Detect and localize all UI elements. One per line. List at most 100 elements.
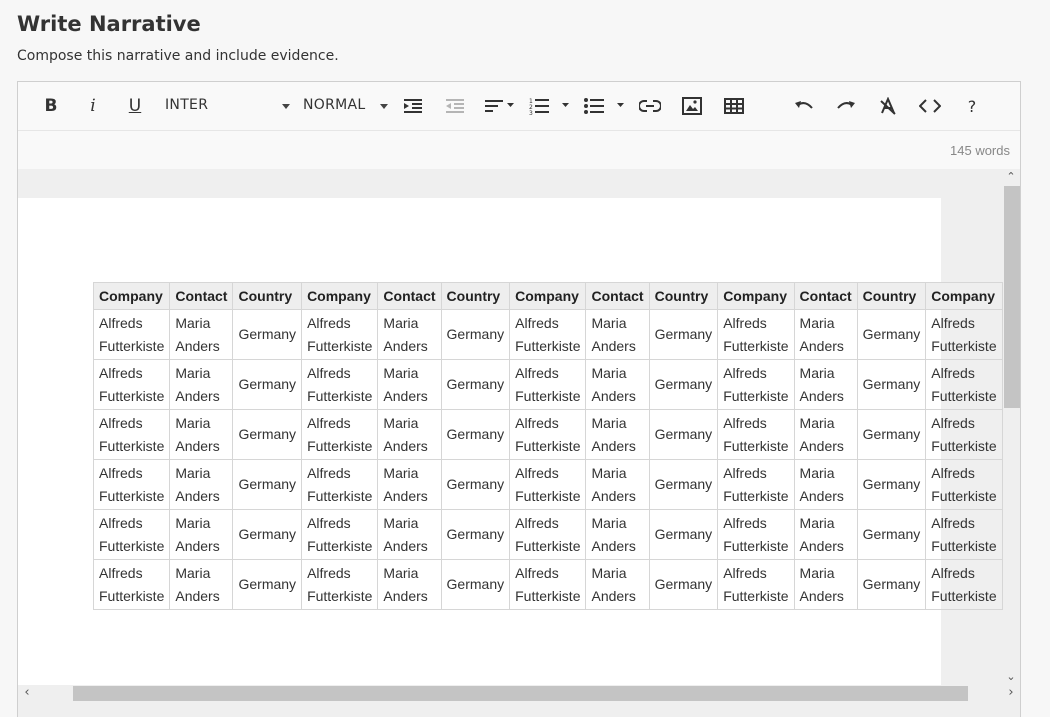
table-cell[interactable]: Alfreds Futterkiste (93, 509, 171, 560)
table-cell[interactable]: Alfreds Futterkiste (717, 359, 795, 410)
table-cell[interactable]: Germany (648, 459, 719, 510)
table-cell[interactable]: Maria Anders (793, 409, 858, 460)
scroll-down-icon[interactable]: ⌄ (1005, 671, 1017, 683)
table-cell[interactable]: Germany (440, 359, 511, 410)
table-cell[interactable]: Alfreds Futterkiste (717, 559, 795, 610)
table-cell[interactable]: Alfreds Futterkiste (301, 359, 379, 410)
help-button[interactable]: ? (962, 92, 982, 120)
code-view-button[interactable] (918, 92, 942, 120)
table-header-cell[interactable]: Company (925, 282, 1003, 310)
table-cell[interactable]: Maria Anders (793, 509, 858, 560)
table-header-cell[interactable]: Company (509, 282, 587, 310)
table-header-cell[interactable]: Contact (585, 282, 650, 310)
table-cell[interactable]: Alfreds Futterkiste (925, 559, 1003, 610)
table-cell[interactable]: Maria Anders (377, 409, 442, 460)
vertical-scrollbar[interactable]: ⌃ ⌄ (1003, 169, 1020, 685)
table-cell[interactable]: Germany (648, 359, 719, 410)
table-cell[interactable]: Maria Anders (793, 359, 858, 410)
table-cell[interactable]: Maria Anders (585, 309, 650, 360)
table-cell[interactable]: Maria Anders (169, 559, 234, 610)
table-cell[interactable]: Alfreds Futterkiste (717, 309, 795, 360)
horizontal-scrollbar[interactable]: ‹ › (18, 685, 1014, 702)
table-cell[interactable]: Germany (232, 409, 303, 460)
table-cell[interactable]: Germany (648, 409, 719, 460)
table-cell[interactable]: Alfreds Futterkiste (717, 509, 795, 560)
table-cell[interactable]: Alfreds Futterkiste (301, 459, 379, 510)
table-cell[interactable]: Alfreds Futterkiste (301, 409, 379, 460)
table-header-cell[interactable]: Country (648, 282, 719, 310)
table-header-cell[interactable]: Company (93, 282, 171, 310)
scroll-up-icon[interactable]: ⌃ (1005, 171, 1017, 183)
vertical-scroll-thumb[interactable] (1004, 186, 1020, 408)
table-cell[interactable]: Germany (440, 459, 511, 510)
table-cell[interactable]: Maria Anders (585, 409, 650, 460)
table-cell[interactable]: Maria Anders (377, 559, 442, 610)
table-cell[interactable]: Maria Anders (169, 309, 234, 360)
table-cell[interactable]: Alfreds Futterkiste (93, 559, 171, 610)
table-cell[interactable]: Alfreds Futterkiste (925, 409, 1003, 460)
table-cell[interactable]: Alfreds Futterkiste (509, 359, 587, 410)
table-cell[interactable]: Alfreds Futterkiste (717, 459, 795, 510)
table-cell[interactable]: Germany (232, 509, 303, 560)
bold-button[interactable]: B (40, 92, 62, 120)
indent-button[interactable] (402, 92, 424, 120)
table-cell[interactable]: Germany (856, 459, 927, 510)
table-cell[interactable]: Germany (856, 409, 927, 460)
table-cell[interactable]: Maria Anders (585, 359, 650, 410)
table-cell[interactable]: Alfreds Futterkiste (93, 309, 171, 360)
image-button[interactable] (680, 92, 704, 120)
table-cell[interactable]: Maria Anders (793, 559, 858, 610)
table-cell[interactable]: Maria Anders (377, 509, 442, 560)
table-cell[interactable]: Alfreds Futterkiste (509, 559, 587, 610)
table-cell[interactable]: Maria Anders (793, 459, 858, 510)
table-cell[interactable]: Alfreds Futterkiste (717, 409, 795, 460)
table-cell[interactable]: Alfreds Futterkiste (925, 359, 1003, 410)
table-cell[interactable]: Germany (648, 559, 719, 610)
table-cell[interactable]: Alfreds Futterkiste (509, 509, 587, 560)
table-header-cell[interactable]: Contact (793, 282, 858, 310)
table-cell[interactable]: Alfreds Futterkiste (93, 409, 171, 460)
table-cell[interactable]: Alfreds Futterkiste (509, 309, 587, 360)
editor-content-area[interactable]: Company Contact Country Company Contact Count… (18, 169, 1003, 685)
numbered-list-button[interactable]: 123 (528, 92, 570, 120)
table-cell[interactable]: Germany (856, 359, 927, 410)
table-header-cell[interactable]: Company (717, 282, 795, 310)
table-cell[interactable]: Germany (440, 409, 511, 460)
scroll-right-icon[interactable]: › (1005, 686, 1017, 699)
table-cell[interactable]: Germany (440, 309, 511, 360)
italic-button[interactable]: i (82, 92, 104, 120)
scroll-left-icon[interactable]: ‹ (21, 686, 33, 699)
table-cell[interactable]: Germany (648, 309, 719, 360)
table-header-cell[interactable]: Country (440, 282, 511, 310)
underline-button[interactable]: U (124, 92, 146, 120)
table-cell[interactable]: Germany (232, 459, 303, 510)
table-cell[interactable]: Maria Anders (377, 359, 442, 410)
data-table[interactable]: Company Contact Country Company Contact Count… (93, 282, 1003, 610)
table-cell[interactable]: Germany (440, 509, 511, 560)
table-cell[interactable]: Maria Anders (585, 509, 650, 560)
table-header-cell[interactable]: Country (232, 282, 303, 310)
table-cell[interactable]: Maria Anders (585, 559, 650, 610)
table-cell[interactable]: Maria Anders (169, 509, 234, 560)
redo-button[interactable] (835, 92, 857, 120)
table-cell[interactable]: Maria Anders (377, 309, 442, 360)
horizontal-scroll-thumb[interactable] (73, 686, 968, 701)
table-cell[interactable]: Germany (648, 509, 719, 560)
table-header-cell[interactable]: Contact (377, 282, 442, 310)
table-cell[interactable]: Maria Anders (169, 459, 234, 510)
table-cell[interactable]: Maria Anders (585, 459, 650, 510)
undo-button[interactable] (793, 92, 815, 120)
table-header-cell[interactable]: Contact (169, 282, 234, 310)
table-cell[interactable]: Alfreds Futterkiste (925, 509, 1003, 560)
table-cell[interactable]: Maria Anders (377, 459, 442, 510)
table-button[interactable] (722, 92, 746, 120)
table-cell[interactable]: Maria Anders (169, 409, 234, 460)
table-cell[interactable]: Germany (856, 309, 927, 360)
table-cell[interactable]: Germany (856, 509, 927, 560)
table-cell[interactable]: Alfreds Futterkiste (509, 409, 587, 460)
table-cell[interactable]: Alfreds Futterkiste (93, 359, 171, 410)
table-cell[interactable]: Maria Anders (169, 359, 234, 410)
table-cell[interactable]: Germany (232, 559, 303, 610)
clear-format-button[interactable] (877, 92, 899, 120)
table-cell[interactable]: Alfreds Futterkiste (301, 309, 379, 360)
